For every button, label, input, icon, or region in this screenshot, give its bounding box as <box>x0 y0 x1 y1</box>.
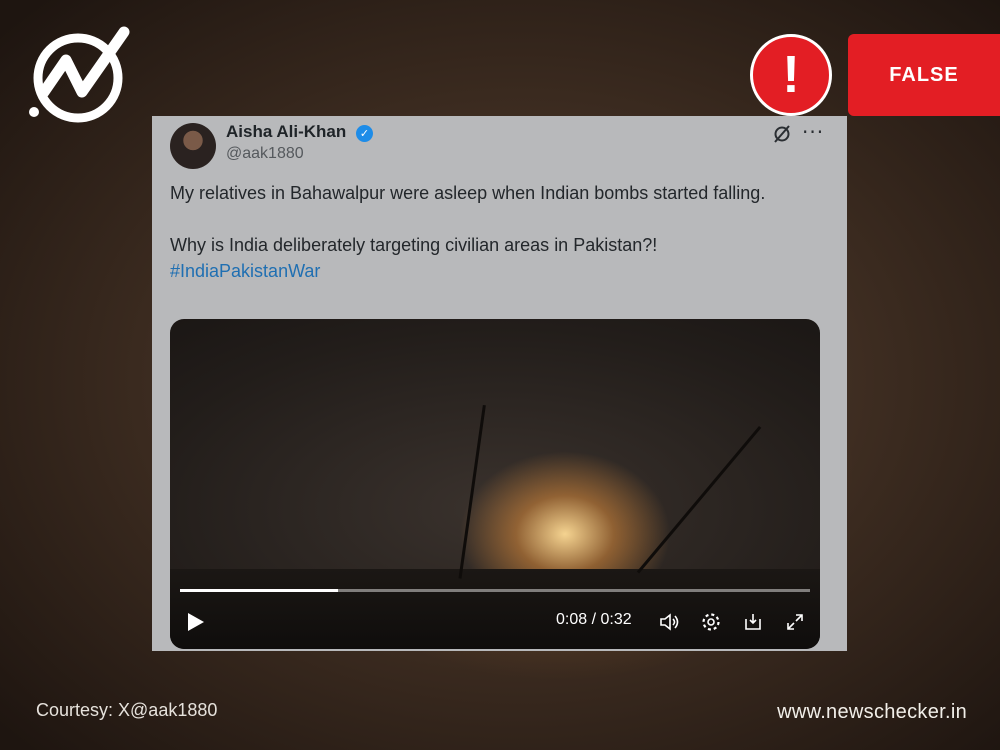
avatar[interactable] <box>170 123 216 169</box>
verified-badge-icon: ✓ <box>356 125 373 142</box>
author-name[interactable]: Aisha Ali-Khan <box>226 122 346 142</box>
site-url: www.newschecker.in <box>777 701 967 723</box>
fullscreen-icon[interactable] <box>784 611 806 633</box>
video-ground <box>170 569 820 649</box>
volume-icon[interactable] <box>658 611 680 633</box>
newschecker-logo <box>29 26 130 123</box>
pip-icon[interactable] <box>742 611 764 633</box>
tweet-text-line: My relatives in Bahawalpur were asleep w… <box>170 183 766 203</box>
video-progress-bar[interactable] <box>180 589 810 592</box>
video-crane <box>458 404 486 579</box>
settings-gear-icon[interactable] <box>700 611 722 633</box>
more-options-icon[interactable]: ··· <box>802 120 824 144</box>
tweet-card: Aisha Ali-Khan ✓ @aak1880 ··· My relativ… <box>152 116 847 651</box>
tweet-text-line: Why is India deliberately targeting civi… <box>170 235 658 255</box>
video-player[interactable]: 0:08 / 0:32 <box>170 319 820 649</box>
video-time: 0:08 / 0:32 <box>556 611 632 628</box>
exclamation-icon: ! <box>750 34 832 116</box>
courtesy-credit: Courtesy: X@aak1880 <box>36 700 218 720</box>
author-handle[interactable]: @aak1880 <box>226 145 304 163</box>
play-icon[interactable] <box>188 613 204 631</box>
video-progress-fill <box>180 589 338 592</box>
tweet-text: My relatives in Bahawalpur were asleep w… <box>170 180 810 284</box>
grok-icon[interactable] <box>772 124 792 144</box>
video-crane <box>636 425 762 574</box>
hashtag-link[interactable]: #IndiaPakistanWar <box>170 258 810 284</box>
verdict-badge: FALSE <box>848 34 1000 116</box>
